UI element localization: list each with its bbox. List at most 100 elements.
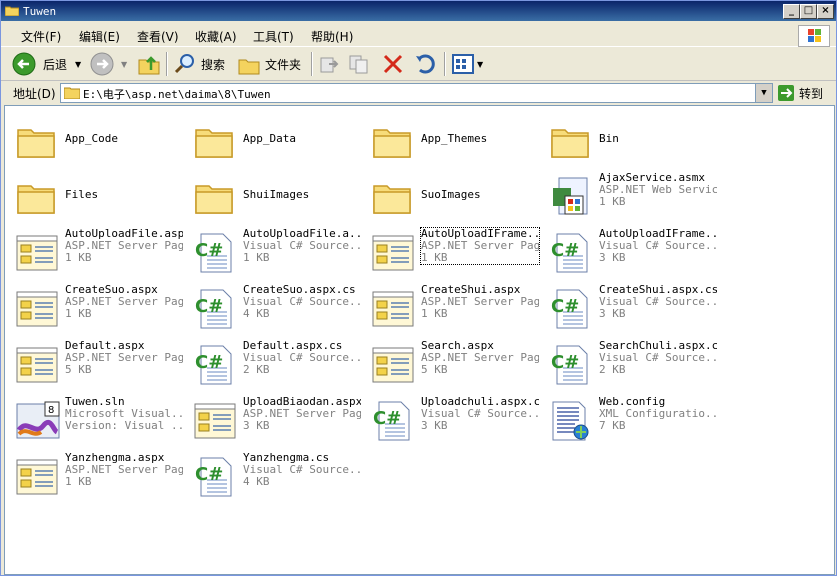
folder-item[interactable]: SuoImages xyxy=(365,172,541,222)
item-name: ShuiImages xyxy=(243,189,310,201)
file-item[interactable]: Web.config XML Configuratio... 7 KB xyxy=(543,396,719,446)
menu-help[interactable]: 帮助(H) xyxy=(311,28,353,45)
file-item[interactable]: C# AutoUploadIFrame... Visual C# Source...… xyxy=(543,228,719,278)
forward-arrow-icon xyxy=(90,52,114,76)
minimize-button[interactable]: _ xyxy=(783,4,800,19)
chevron-down-icon[interactable]: ▼ xyxy=(477,60,483,69)
aspx-page-icon xyxy=(371,344,414,386)
file-item[interactable]: UploadBiaodan.aspx ASP.NET Server Page 3 K… xyxy=(187,396,363,446)
toolbar-separator xyxy=(311,52,313,76)
folder-item[interactable]: App_Code xyxy=(9,116,185,166)
chevron-down-icon[interactable]: ▼ xyxy=(121,60,127,69)
item-size: 4 KB xyxy=(243,307,270,320)
close-button[interactable]: × xyxy=(817,4,834,19)
folder-item[interactable]: Files xyxy=(9,172,185,222)
item-name: Files xyxy=(65,189,99,201)
item-size: 1 KB xyxy=(421,307,448,320)
item-text: Files xyxy=(65,189,183,201)
folder-item[interactable]: App_Data xyxy=(187,116,363,166)
folder-icon xyxy=(193,120,235,162)
up-folder-button[interactable] xyxy=(137,50,161,78)
svg-text:8: 8 xyxy=(48,405,54,416)
menu-tools[interactable]: 工具(T) xyxy=(253,28,294,45)
menu-file[interactable]: 文件(F) xyxy=(21,28,61,45)
folders-button[interactable]: 文件夹 xyxy=(237,50,301,78)
csharp-file-icon: C# xyxy=(193,456,235,498)
file-item[interactable]: Yanzhengma.aspx ASP.NET Server Page 1 KB xyxy=(9,452,185,502)
file-item[interactable]: C# Uploadchuli.aspx.cs Visual C# Source...… xyxy=(365,396,541,446)
go-button[interactable]: 转到 xyxy=(777,83,823,103)
copy-to-button[interactable] xyxy=(347,50,371,78)
item-size: 3 KB xyxy=(599,251,626,264)
file-item[interactable]: C# SearchChuli.aspx.cs Visual C# Source...… xyxy=(543,340,719,390)
back-button[interactable]: 后退 ▼ xyxy=(11,50,81,78)
folder-item[interactable]: ShuiImages xyxy=(187,172,363,222)
folder-item[interactable]: Bin xyxy=(543,116,719,166)
aspx-page-icon xyxy=(371,288,414,330)
svg-text:C#: C# xyxy=(551,240,579,261)
file-item[interactable]: CreateSuo.aspx ASP.NET Server Page 1 KB xyxy=(9,284,185,334)
views-button[interactable]: ▼ xyxy=(451,50,483,78)
file-item[interactable]: Default.aspx ASP.NET Server Page 5 KB xyxy=(9,340,185,390)
maximize-button[interactable]: □ xyxy=(800,4,817,19)
menu-edit[interactable]: 编辑(E) xyxy=(79,28,120,45)
folder-item[interactable]: App_Themes xyxy=(365,116,541,166)
window-title: Tuwen xyxy=(23,5,57,18)
svg-text:C#: C# xyxy=(551,296,579,317)
menu-view[interactable]: 查看(V) xyxy=(137,28,179,45)
go-arrow-icon xyxy=(778,85,794,101)
toolbar: 后退 ▼ ▼ 搜索 文件夹 ▼ xyxy=(1,48,836,81)
forward-button[interactable]: ▼ xyxy=(89,50,127,78)
copy-to-icon xyxy=(349,55,368,74)
folders-label: 文件夹 xyxy=(265,57,302,72)
item-size: 1 KB xyxy=(243,251,270,264)
file-item[interactable]: 8 Tuwen.sln Microsoft Visual... Version: Vi… xyxy=(9,396,185,446)
file-item[interactable]: C# Default.aspx.cs Visual C# Source... 2 KB xyxy=(187,340,363,390)
delete-button[interactable] xyxy=(381,50,405,78)
menu-bar: 文件(F) 编辑(E) 查看(V) 收藏(A) 工具(T) 帮助(H) xyxy=(1,22,836,47)
file-item[interactable]: CreateShui.aspx ASP.NET Server Page 1 KB xyxy=(365,284,541,334)
file-item[interactable]: Search.aspx ASP.NET Server Page 5 KB xyxy=(365,340,541,390)
file-item[interactable]: C# Yanzhengma.cs Visual C# Source... 4 KB xyxy=(187,452,363,502)
search-button[interactable]: 搜索 xyxy=(173,50,225,78)
chevron-down-icon[interactable]: ▼ xyxy=(75,60,81,69)
address-label: 地址(D) xyxy=(13,87,56,101)
menu-favorites[interactable]: 收藏(A) xyxy=(195,28,237,45)
move-to-button[interactable] xyxy=(317,50,341,78)
file-list-view[interactable]: App_Code App_Data App_Themes Bin Files ShuiIm… xyxy=(4,105,835,575)
file-item[interactable]: C# CreateShui.aspx.cs Visual C# Source... 3… xyxy=(543,284,719,334)
file-item[interactable]: AjaxService.asmx ASP.NET Web Service 1 KB xyxy=(543,172,719,222)
folder-icon xyxy=(5,6,19,16)
item-text: AutoUploadIFrame... ASP.NET Server Page 1 … xyxy=(420,227,540,265)
back-arrow-icon xyxy=(12,52,36,76)
item-text: AjaxService.asmx ASP.NET Web Service 1 KB xyxy=(599,172,717,208)
item-text: AutoUploadFile.aspx ASP.NET Server Page 1 … xyxy=(65,228,183,264)
undo-button[interactable] xyxy=(413,50,437,78)
item-text: CreateShui.aspx ASP.NET Server Page 1 KB xyxy=(421,284,539,320)
folder-icon xyxy=(371,176,413,218)
item-text: Default.aspx ASP.NET Server Page 5 KB xyxy=(65,340,183,376)
item-text: Yanzhengma.aspx ASP.NET Server Page 1 KB xyxy=(65,452,183,488)
aspx-page-icon xyxy=(193,400,236,442)
title-bar[interactable]: Tuwen _ □ × xyxy=(1,1,836,21)
item-size: 3 KB xyxy=(421,419,448,432)
file-item[interactable]: AutoUploadIFrame... ASP.NET Server Page 1 … xyxy=(365,227,541,278)
file-item[interactable]: AutoUploadFile.aspx ASP.NET Server Page 1 … xyxy=(9,228,185,278)
folder-icon xyxy=(15,120,57,162)
aspx-page-icon xyxy=(371,232,414,274)
item-size: 1 KB xyxy=(421,251,448,264)
csharp-file-icon: C# xyxy=(193,344,235,386)
csharp-file-icon: C# xyxy=(193,288,235,330)
aspx-page-icon xyxy=(15,344,58,386)
item-size: 5 KB xyxy=(65,363,92,376)
aspx-page-icon xyxy=(15,288,58,330)
file-item[interactable]: C# CreateSuo.aspx.cs Visual C# Source... 4 … xyxy=(187,284,363,334)
address-input[interactable]: E:\电子\asp.net\daima\8\Tuwen ▼ xyxy=(60,83,773,103)
item-size: Version: Visual ... xyxy=(65,419,183,432)
address-path: E:\电子\asp.net\daima\8\Tuwen xyxy=(83,88,271,101)
item-text: Search.aspx ASP.NET Server Page 5 KB xyxy=(421,340,539,376)
file-item[interactable]: C# AutoUploadFile.a... Visual C# Source...… xyxy=(187,228,363,278)
folder-icon xyxy=(193,176,235,218)
item-text: SearchChuli.aspx.cs Visual C# Source... 2 … xyxy=(599,340,717,376)
address-dropdown-button[interactable]: ▼ xyxy=(755,84,772,102)
